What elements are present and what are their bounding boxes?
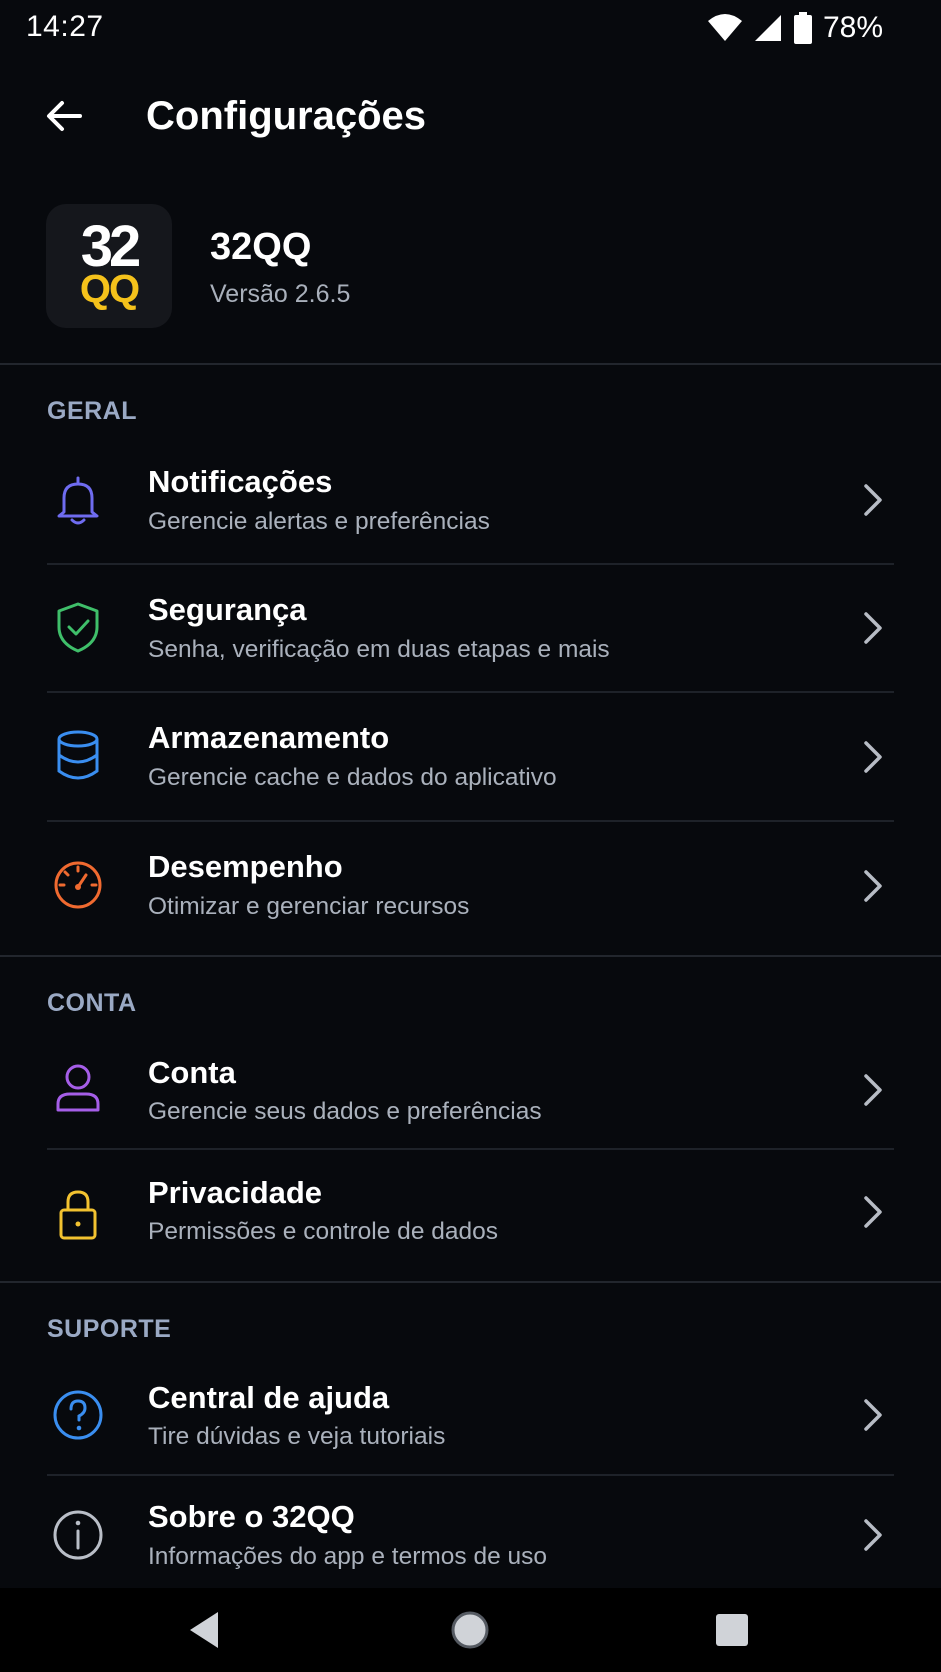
- back-arrow-icon: [47, 101, 82, 131]
- section-title-conta: CONTA: [47, 989, 137, 1017]
- section-divider: [0, 363, 941, 365]
- cell-signal-icon: [754, 15, 781, 41]
- settings-item-seguranca[interactable]: Segurança Senha, verificação em duas eta…: [0, 565, 941, 691]
- chevron-right-icon: [864, 741, 882, 773]
- nav-home-icon: [451, 1611, 489, 1649]
- system-navigation-bar: [0, 1588, 941, 1672]
- chevron-right-icon: [864, 1519, 882, 1551]
- status-icons: 78%: [707, 10, 883, 46]
- chevron-right-icon: [864, 1074, 882, 1106]
- item-subtitle: Gerencie cache e dados do aplicativo: [148, 764, 557, 791]
- chevron-right-icon: [864, 1399, 882, 1431]
- item-subtitle: Permissões e controle de dados: [148, 1218, 498, 1245]
- section-divider: [0, 955, 941, 957]
- section-title-geral: GERAL: [47, 397, 137, 425]
- item-title: Desempenho: [148, 849, 343, 884]
- app-version: Versão 2.6.5: [210, 280, 351, 308]
- settings-item-armazenamento[interactable]: Armazenamento Gerencie cache e dados do …: [0, 693, 941, 821]
- app-bar: Configurações: [0, 70, 941, 170]
- chevron-right-icon: [864, 870, 882, 902]
- app-name: 32QQ: [210, 226, 312, 268]
- app-logo: 32 QQ 32 QQ: [46, 204, 172, 328]
- settings-item-central-de-ajuda[interactable]: Central de ajuda Tire dúvidas e veja tut…: [0, 1354, 941, 1474]
- battery-icon: [793, 12, 812, 44]
- nav-home-button[interactable]: [440, 1602, 500, 1658]
- item-subtitle: Tire dúvidas e veja tutoriais: [148, 1423, 446, 1450]
- item-title: Conta: [148, 1055, 236, 1090]
- nav-recents-icon: [716, 1614, 748, 1646]
- status-bar: 14:27 78%: [0, 0, 941, 56]
- section-title-suporte: SUPORTE: [47, 1315, 172, 1343]
- item-title: Sobre o 32QQ: [148, 1499, 355, 1534]
- item-title: Segurança: [148, 592, 307, 627]
- bell-icon: [57, 476, 99, 525]
- item-title: Central de ajuda: [148, 1380, 390, 1415]
- chevron-right-icon: [864, 484, 882, 516]
- lock-icon: [59, 1190, 97, 1240]
- wifi-icon: [707, 14, 742, 41]
- database-icon: [57, 730, 99, 780]
- nav-back-icon: [190, 1612, 218, 1648]
- chevron-right-icon: [864, 612, 882, 644]
- svg-text:QQ: QQ: [80, 267, 139, 311]
- settings-item-desempenho[interactable]: Desempenho Otimizar e gerenciar recursos: [0, 822, 941, 954]
- info-circle-icon: [53, 1510, 103, 1560]
- item-subtitle: Informações do app e termos de uso: [148, 1543, 548, 1570]
- nav-back-button[interactable]: [174, 1602, 234, 1658]
- app-info-header: 32 QQ 32 QQ 32QQ Versão 2.6.5: [0, 198, 941, 363]
- settings-item-sobre[interactable]: Sobre o 32QQ Informações do app e termos…: [0, 1476, 941, 1588]
- item-title: Armazenamento: [148, 720, 390, 755]
- nav-recents-button[interactable]: [702, 1602, 762, 1658]
- settings-item-conta[interactable]: Conta Gerencie seus dados e preferências: [0, 1030, 941, 1148]
- item-title: Privacidade: [148, 1175, 323, 1210]
- help-circle-icon: [53, 1390, 103, 1440]
- status-time: 14:27: [26, 10, 104, 43]
- speedometer-icon: [54, 861, 102, 909]
- item-subtitle: Otimizar e gerenciar recursos: [148, 893, 470, 920]
- item-subtitle: Gerencie alertas e preferências: [148, 508, 490, 535]
- settings-item-notificacoes[interactable]: Notificações Gerencie alertas e preferên…: [0, 440, 941, 564]
- item-subtitle: Senha, verificação em duas etapas e mais: [148, 636, 610, 663]
- back-button[interactable]: [36, 88, 92, 144]
- page-title: Configurações: [146, 94, 427, 138]
- chevron-right-icon: [864, 1196, 882, 1228]
- item-subtitle: Gerencie seus dados e preferências: [148, 1098, 542, 1125]
- section-divider: [0, 1281, 941, 1283]
- battery-percentage: 78%: [822, 11, 883, 44]
- item-title: Notificações: [148, 464, 333, 499]
- shield-check-icon: [57, 602, 99, 653]
- settings-item-privacidade[interactable]: Privacidade Permissões e controle de dad…: [0, 1150, 941, 1280]
- user-icon: [56, 1064, 100, 1112]
